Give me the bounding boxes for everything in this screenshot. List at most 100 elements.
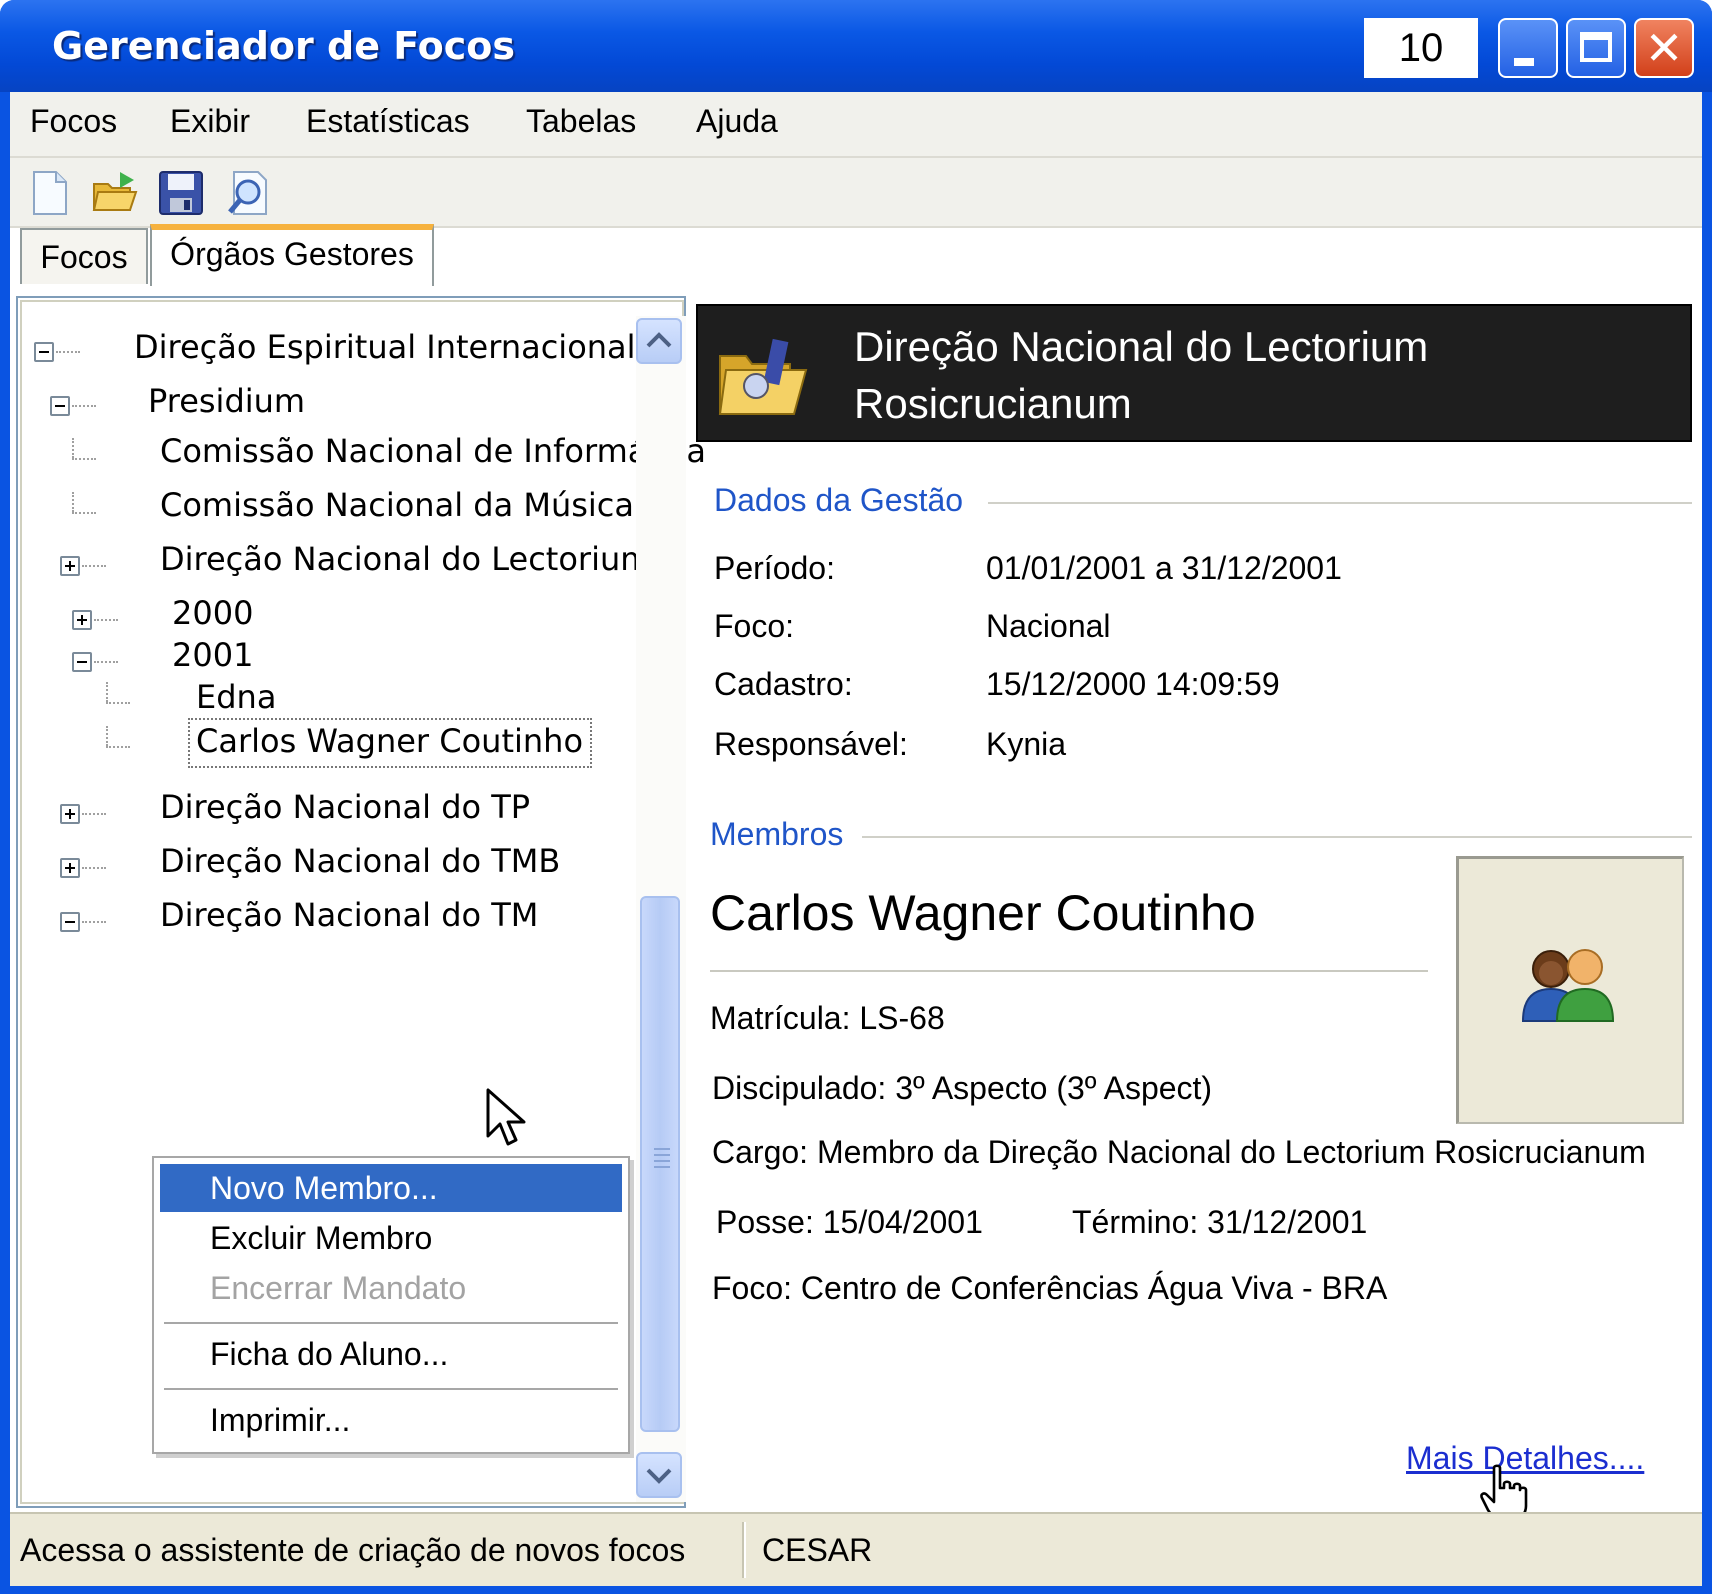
tree-item-direcao-tmb[interactable]: Direção Nacional do TMB [160,842,560,880]
tab-strip: Focos Órgãos Gestores [10,224,1702,288]
periodo-label: Período: [714,550,835,586]
close-button[interactable]: ✕ [1634,18,1694,78]
expand-icon[interactable] [60,804,80,824]
cargo-text: Cargo: Membro da Direção Nacional do Lec… [712,1134,1646,1170]
app-window: Gerenciador de Focos 10 ✕ Focos Exibir E… [0,0,1712,1594]
tree-item-direcao-espiritual-internacional[interactable]: Direção Espiritual Internacional [134,328,636,366]
tree-connector [72,492,74,512]
foco-label: Foco: [714,608,795,644]
cadastro-value: 15/12/2000 14:09:59 [986,666,1280,702]
menu-bar: Focos Exibir Estatísticas Tabelas Ajuda [10,92,1702,158]
collapse-icon[interactable] [60,912,80,932]
client-area: Focos Exibir Estatísticas Tabelas Ajuda [10,92,1702,1586]
tree-connector [94,661,118,663]
tab-focos[interactable]: Focos [20,228,148,284]
grip-line [654,1154,670,1156]
detail-title-line1: Direção Nacional do Lectorium [854,323,1429,370]
menu-separator [164,1322,618,1324]
grip-line [654,1160,670,1162]
matricula-text: Matrícula: LS-68 [710,1000,945,1036]
tree-connector [56,351,80,353]
member-name: Carlos Wagner Coutinho [710,885,1256,941]
arrow-cursor-icon [486,1088,526,1146]
tree-connector [106,682,108,702]
collapse-icon[interactable] [34,342,54,362]
menu-tabelas[interactable]: Tabelas [526,98,636,144]
menu-item-ficha-aluno[interactable]: Ficha do Aluno... [160,1330,622,1378]
tree-item-2000[interactable]: 2000 [172,594,253,632]
scroll-up-button[interactable] [636,318,682,364]
grip-line [654,1166,670,1168]
status-divider [742,1522,746,1578]
scroll-thumb[interactable] [640,896,680,1432]
collapse-icon[interactable] [72,652,92,672]
maximize-button[interactable] [1566,18,1626,78]
detail-title: Direção Nacional do Lectorium Rosicrucia… [854,318,1674,432]
tree-item-presidium[interactable]: Presidium [148,382,305,420]
maximize-icon [1580,32,1612,62]
detail-header: Direção Nacional do Lectorium Rosicrucia… [696,304,1692,442]
responsavel-value: Kynia [986,726,1067,762]
tree-connector [82,867,106,869]
status-bar: Acessa o assistente de criação de novos … [10,1512,1702,1586]
tree-item-carlos-wagner-coutinho[interactable]: Carlos Wagner Coutinho [196,722,583,760]
tab-orgaos-gestores[interactable]: Órgãos Gestores [150,224,434,286]
grip-line [654,1148,670,1150]
new-document-icon[interactable] [24,168,74,218]
window-title: Gerenciador de Focos [52,24,515,68]
minimize-icon [1514,58,1534,66]
menu-exibir[interactable]: Exibir [170,98,250,144]
status-user: CESAR [762,1532,873,1568]
tree-item-direcao-tp[interactable]: Direção Nacional do TP [160,788,530,826]
section-dados-gestao: Dados da Gestão [714,482,964,518]
chevron-down-icon [646,1468,672,1484]
menu-focos[interactable]: Focos [30,98,117,144]
folder-icon [718,338,808,415]
tree-item-edna[interactable]: Edna [196,678,276,716]
close-icon: ✕ [1644,21,1684,75]
member-photo [1456,856,1684,1124]
status-message: Acessa o assistente de criação de novos … [20,1532,686,1568]
termino-text: Término: 31/12/2001 [1072,1204,1368,1240]
foco-value: Nacional [986,608,1111,644]
tree-connector [72,512,96,514]
menu-item-novo-membro[interactable]: Novo Membro... [160,1164,622,1212]
users-icon [1521,949,1615,1022]
save-icon[interactable] [156,168,206,218]
tree-connector [72,438,74,458]
scroll-down-button[interactable] [636,1452,682,1498]
expand-icon[interactable] [72,610,92,630]
periodo-value: 01/01/2001 a 31/12/2001 [986,550,1342,586]
discipulado-text: Discipulado: 3º Aspecto (3º Aspect) [712,1070,1213,1106]
tree-item-direcao-tm[interactable]: Direção Nacional do TM [160,896,538,934]
foco-membro-text: Foco: Centro de Conferências Água Viva -… [712,1270,1388,1306]
title-bar[interactable]: Gerenciador de Focos 10 ✕ [0,0,1712,92]
tree-connector [82,921,106,923]
menu-ajuda[interactable]: Ajuda [696,98,778,144]
tree-item-2001[interactable]: 2001 [172,636,253,674]
search-icon[interactable] [224,168,274,218]
detail-title-line2: Rosicrucianum [854,380,1132,427]
tree-connector [106,726,108,746]
tree-item-comissao-informatica[interactable]: Comissão Nacional de Informática [160,432,706,470]
cadastro-label: Cadastro: [714,666,853,702]
minimize-button[interactable] [1498,18,1558,78]
collapse-icon[interactable] [50,396,70,416]
tree-connector [82,813,106,815]
tree-item-direcao-lectorium[interactable]: Direção Nacional do Lectorium [160,540,651,578]
section-divider [988,502,1692,504]
responsavel-label: Responsável: [714,726,908,762]
tree-item-comissao-musica[interactable]: Comissão Nacional da Música [160,486,634,524]
open-folder-icon[interactable] [90,168,140,218]
chevron-up-icon [646,332,672,348]
menu-item-imprimir[interactable]: Imprimir... [160,1396,622,1444]
menu-item-excluir-membro[interactable]: Excluir Membro [160,1214,622,1262]
counter-badge: 10 [1364,18,1478,78]
context-menu: Novo Membro... Excluir Membro Encerrar M… [152,1156,630,1454]
posse-text: Posse: 15/04/2001 [716,1204,983,1240]
menu-estatisticas[interactable]: Estatísticas [306,98,470,144]
tree-connector [94,619,118,621]
tree-scrollbar[interactable] [636,316,686,1502]
expand-icon[interactable] [60,556,80,576]
expand-icon[interactable] [60,858,80,878]
